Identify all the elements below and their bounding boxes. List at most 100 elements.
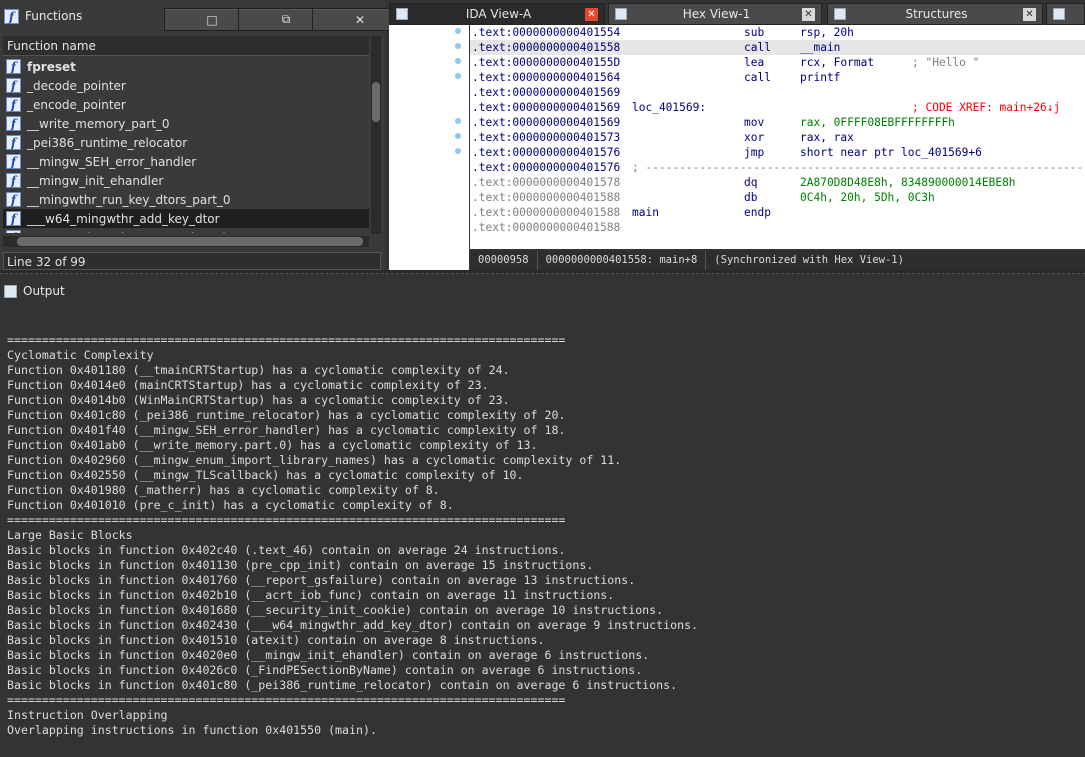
vertical-scroll-thumb[interactable]: [372, 82, 380, 122]
breakpoint-dot[interactable]: [455, 133, 461, 139]
address: .text:0000000000401578: [472, 176, 621, 189]
operand: 0C4h, 20h, 5Dh, 0C3h: [800, 191, 935, 204]
function-name: __mingw_init_ehandler: [27, 173, 164, 188]
operand: short near ptr loc_401569+6: [800, 146, 982, 159]
disassembly-line[interactable]: .text:0000000000401569 loc_401569: ; CODE …: [470, 100, 1085, 115]
function-list-item[interactable]: f __mingw_init_ehandler: [3, 171, 369, 190]
breakpoint-dot[interactable]: [455, 148, 461, 154]
address: .text:0000000000401569: [472, 101, 621, 114]
breakpoint-dot[interactable]: [455, 58, 461, 64]
disassembly-line[interactable]: .text:0000000000401588 db 0C4h, 20h, 5Dh, …: [470, 190, 1085, 205]
functions-horizontal-scrollbar[interactable]: [3, 236, 369, 247]
ida-status-bar: 00000958 0000000000401558: main+8 (Synch…: [470, 251, 1085, 270]
disassembly-line[interactable]: .text:0000000000401576 ; ----------------…: [470, 160, 1085, 175]
breakpoint-dot[interactable]: [455, 118, 461, 124]
output-line: Function 0x4014b0 (WinMainCRTStartup) ha…: [7, 393, 510, 407]
breakpoint-dot[interactable]: [455, 28, 461, 34]
separator: ; --------------------------------------…: [632, 161, 1085, 174]
label: loc_401569:: [632, 101, 707, 114]
hex-view-icon: [615, 8, 627, 20]
mnemonic: call: [744, 71, 771, 84]
function-list-item[interactable]: f _encode_pointer: [3, 95, 369, 114]
address: .text:0000000000401569: [472, 86, 621, 99]
operand: 2A870D8D48E8h, 834890000014EBE8h: [800, 176, 1016, 189]
tab-structures[interactable]: Structures ✕: [827, 3, 1043, 25]
output-line: Function 0x402550 (__mingw_TLScallback) …: [7, 468, 524, 482]
function-icon: f: [6, 230, 21, 233]
output-line: Instruction Overlapping: [7, 708, 168, 722]
mnemonic: sub: [744, 26, 765, 39]
function-icon: f: [6, 97, 21, 112]
function-name: __mingw_SEH_error_handler: [27, 154, 197, 169]
tab-ida-view-a[interactable]: IDA View-A ✕: [389, 3, 605, 25]
function-name: ___w64_mingwthr_remove_key_dtor: [27, 231, 243, 234]
disassembly-line[interactable]: .text:0000000000401578 dq 2A870D8D48E8h, 8…: [470, 175, 1085, 190]
functions-titlebar: f Functions: [0, 5, 164, 27]
tab-label: Structures: [905, 7, 968, 21]
address: .text:0000000000401588: [472, 221, 621, 234]
function-list-item[interactable]: f fpreset: [3, 57, 369, 76]
output-line: ========================================…: [7, 333, 566, 347]
disassembly-line[interactable]: .text:0000000000401564 call printf: [470, 70, 1085, 85]
breakpoint-dot[interactable]: [455, 43, 461, 49]
address: .text:0000000000401576: [472, 161, 621, 174]
address: .text:0000000000401558: [472, 41, 621, 54]
operand: printf: [800, 71, 841, 84]
function-icon: f: [6, 78, 21, 93]
mnemonic: call: [744, 41, 771, 54]
function-name: _encode_pointer: [27, 97, 126, 112]
disassembly-line[interactable]: .text:0000000000401554 sub rsp, 20h: [470, 25, 1085, 40]
current-location: 0000000000401558: main+8: [538, 251, 707, 270]
disassembly-line[interactable]: .text:0000000000401558 call __main: [470, 40, 1085, 55]
function-list-item[interactable]: f __write_memory_part_0: [3, 114, 369, 133]
mnemonic: endp: [744, 206, 771, 219]
function-name-column-header[interactable]: Function name: [3, 36, 369, 56]
tab-enums[interactable]: [1046, 3, 1085, 25]
close-icon[interactable]: ✕: [1023, 7, 1036, 21]
output-pane[interactable]: ========================================…: [0, 303, 1085, 757]
function-list-item[interactable]: f _pei386_runtime_relocator: [3, 133, 369, 152]
output-line: Function 0x402960 (__mingw_enum_import_l…: [7, 453, 622, 467]
disassembly-line[interactable]: .text:0000000000401576 jmp short near ptr …: [470, 145, 1085, 160]
code-xref: ; CODE XREF: main+26↓j: [912, 101, 1061, 114]
ida-gutter[interactable]: [389, 25, 469, 270]
function-name: __write_memory_part_0: [27, 116, 170, 131]
horizontal-scroll-thumb[interactable]: [17, 237, 363, 246]
disassembly-line[interactable]: .text:0000000000401588 main endp: [470, 205, 1085, 220]
function-name: _pei386_runtime_relocator: [27, 135, 188, 150]
function-list-item[interactable]: f ___w64_mingwthr_add_key_dtor: [3, 209, 369, 228]
function-list: f fpreset f _decode_pointer f _encode_pointer…: [3, 57, 369, 233]
view-tabs: IDA View-A ✕ Hex View-1 ✕ Structures ✕: [389, 3, 1085, 25]
function-list-item[interactable]: f _decode_pointer: [3, 76, 369, 95]
output-line: Function 0x401ab0 (__write_memory.part.0…: [7, 438, 538, 452]
functions-vertical-scrollbar[interactable]: [371, 36, 381, 234]
disassembly-line[interactable]: .text:0000000000401588: [470, 220, 1085, 235]
function-list-item[interactable]: f ___w64_mingwthr_remove_key_dtor: [3, 228, 369, 233]
output-line: Function 0x401010 (pre_c_init) has a cyc…: [7, 498, 454, 512]
output-line: Cyclomatic Complexity: [7, 348, 154, 362]
breakpoint-dot[interactable]: [455, 73, 461, 79]
output-line: Function 0x4014e0 (mainCRTStartup) has a…: [7, 378, 489, 392]
address: .text:000000000040155D: [472, 56, 621, 69]
function-list-item[interactable]: f __mingw_SEH_error_handler: [3, 152, 369, 171]
operand: rax, 0FFFF08EBFFFFFFFFh: [800, 116, 955, 129]
structures-icon: [834, 8, 846, 20]
mnemonic: lea: [744, 56, 765, 69]
tab-hex-view-1[interactable]: Hex View-1 ✕: [608, 3, 822, 25]
tab-label: Hex View-1: [682, 7, 751, 21]
label: main: [632, 206, 659, 219]
output-line: Basic blocks in function 0x402c40 (.text…: [7, 543, 566, 557]
disassembly-line[interactable]: .text:0000000000401569: [470, 85, 1085, 100]
disassembly-line[interactable]: .text:0000000000401569 mov rax, 0FFFF08EBF…: [470, 115, 1085, 130]
pane-divider[interactable]: [0, 270, 1085, 274]
ida-disassembly-view[interactable]: .text:0000000000401554 sub rsp, 20h .text:0…: [470, 25, 1085, 249]
close-icon[interactable]: ✕: [802, 7, 815, 21]
function-list-item[interactable]: f __mingwthr_run_key_dtors_part_0: [3, 190, 369, 209]
function-icon: f: [6, 116, 21, 131]
disassembly-line[interactable]: .text:000000000040155D lea rcx, Format ; "H…: [470, 55, 1085, 70]
function-icon: f: [6, 211, 21, 226]
disassembly-line[interactable]: .text:0000000000401573 xor rax, rax: [470, 130, 1085, 145]
output-line: Basic blocks in function 0x402430 (___w6…: [7, 618, 699, 632]
function-name: _decode_pointer: [27, 78, 126, 93]
close-icon[interactable]: ✕: [585, 7, 598, 21]
